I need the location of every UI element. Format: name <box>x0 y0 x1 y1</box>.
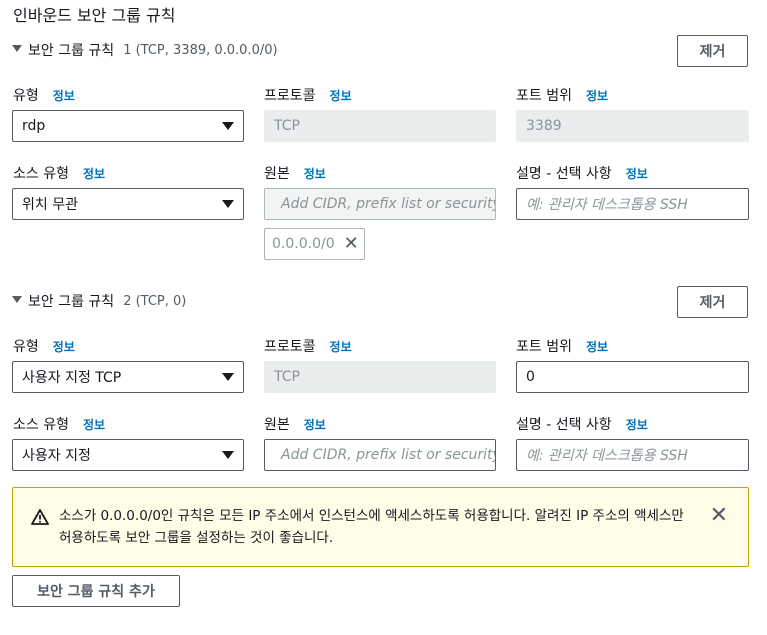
port-label-1: 포트 범위 정보 <box>516 85 608 105</box>
type-label-text: 유형 <box>13 339 39 355</box>
info-link[interactable]: 정보 <box>304 165 326 182</box>
info-link[interactable]: 정보 <box>626 416 648 433</box>
desc-label-1: 설명 - 선택 사항 정보 <box>516 163 648 183</box>
protocol-label-text: 프로토콜 <box>264 88 316 104</box>
port-field-1: 3389 <box>516 110 749 142</box>
close-icon[interactable]: ✕ <box>344 235 359 253</box>
source-token: 0.0.0.0/0 ✕ <box>264 228 365 260</box>
port-value: 0 <box>526 369 535 385</box>
close-icon[interactable]: ✕ <box>710 505 728 527</box>
description-input-1[interactable]: 예: 관리자 데스크톱용 SSH <box>516 188 749 220</box>
source-label-1: 원본 정보 <box>264 163 326 183</box>
rule-2-header[interactable]: 보안 그룹 규칙 2 (TCP, 0) <box>12 291 186 311</box>
info-link[interactable]: 정보 <box>53 338 75 355</box>
protocol-label-2: 프로토콜 정보 <box>264 336 352 356</box>
alert-message: 소스가 0.0.0.0/0인 규칙은 모든 IP 주소에서 인스턴스에 액세스하… <box>59 508 684 546</box>
info-link[interactable]: 정보 <box>330 87 352 104</box>
info-link[interactable]: 정보 <box>83 165 105 182</box>
protocol-field-2: TCP <box>264 361 496 393</box>
source-type-select-1[interactable]: 위치 무관 <box>12 188 244 220</box>
source-type-label-2: 소스 유형 정보 <box>13 414 105 434</box>
source-search-input-1[interactable]: Add CIDR, prefix list or security <box>264 188 496 220</box>
desc-label-text: 설명 - 선택 사항 <box>516 166 612 182</box>
dropdown-arrow-icon <box>222 122 234 130</box>
description-placeholder: 예: 관리자 데스크톱용 SSH <box>526 197 688 213</box>
source-label-2: 원본 정보 <box>264 414 326 434</box>
remove-rule-1-button[interactable]: 제거 <box>677 35 748 67</box>
info-link[interactable]: 정보 <box>586 87 608 104</box>
type-label-2: 유형 정보 <box>13 336 75 356</box>
source-type-value: 위치 무관 <box>22 197 78 213</box>
source-type-label-text: 소스 유형 <box>13 166 69 182</box>
section-title: 인바운드 보안 그룹 규칙 <box>13 6 176 25</box>
source-placeholder: Add CIDR, prefix list or security <box>281 447 496 463</box>
info-link[interactable]: 정보 <box>586 338 608 355</box>
protocol-value: TCP <box>274 118 300 134</box>
remove-rule-2-button[interactable]: 제거 <box>677 286 748 318</box>
port-label-text: 포트 범위 <box>516 88 572 104</box>
rule-1-header[interactable]: 보안 그룹 규칙 1 (TCP, 3389, 0.0.0.0/0) <box>12 40 278 60</box>
source-type-label-text: 소스 유형 <box>13 417 69 433</box>
source-label-text: 원본 <box>264 166 290 182</box>
type-select-value: 사용자 지정 TCP <box>22 370 122 386</box>
source-search-input-2[interactable]: Add CIDR, prefix list or security <box>264 439 496 471</box>
source-token-label: 0.0.0.0/0 <box>272 236 335 252</box>
protocol-field-1: TCP <box>264 110 496 142</box>
desc-label-2: 설명 - 선택 사항 정보 <box>516 414 648 434</box>
port-label-2: 포트 범위 정보 <box>516 336 608 356</box>
add-rule-button[interactable]: 보안 그룹 규칙 추가 <box>12 575 180 607</box>
source-label-text: 원본 <box>264 417 290 433</box>
port-input-2[interactable]: 0 <box>516 361 749 393</box>
rule-1-subtitle: 1 (TCP, 3389, 0.0.0.0/0) <box>123 42 278 58</box>
protocol-value: TCP <box>274 369 300 385</box>
info-link[interactable]: 정보 <box>83 416 105 433</box>
source-type-label-1: 소스 유형 정보 <box>13 163 105 183</box>
type-label-text: 유형 <box>13 88 39 104</box>
type-select-2[interactable]: 사용자 지정 TCP <box>12 361 244 393</box>
dropdown-arrow-icon <box>222 200 234 208</box>
rule-1-title: 보안 그룹 규칙 <box>28 43 115 59</box>
source-type-select-2[interactable]: 사용자 지정 <box>12 439 244 471</box>
description-placeholder: 예: 관리자 데스크톱용 SSH <box>526 448 688 464</box>
caret-down-icon[interactable] <box>12 44 22 52</box>
warning-icon <box>31 509 49 525</box>
desc-label-text: 설명 - 선택 사항 <box>516 417 612 433</box>
description-input-2[interactable]: 예: 관리자 데스크톱용 SSH <box>516 439 749 471</box>
port-label-text: 포트 범위 <box>516 339 572 355</box>
dropdown-arrow-icon <box>222 451 234 459</box>
rule-2-subtitle: 2 (TCP, 0) <box>123 293 187 309</box>
protocol-label-text: 프로토콜 <box>264 339 316 355</box>
info-link[interactable]: 정보 <box>626 165 648 182</box>
type-label-1: 유형 정보 <box>13 85 75 105</box>
port-value: 3389 <box>526 118 562 134</box>
warning-alert: 소스가 0.0.0.0/0인 규칙은 모든 IP 주소에서 인스턴스에 액세스하… <box>12 487 749 567</box>
dropdown-arrow-icon <box>222 373 234 381</box>
info-link[interactable]: 정보 <box>304 416 326 433</box>
source-placeholder: Add CIDR, prefix list or security <box>281 196 496 212</box>
info-link[interactable]: 정보 <box>330 338 352 355</box>
type-select-1[interactable]: rdp <box>12 110 244 142</box>
protocol-label-1: 프로토콜 정보 <box>264 85 352 105</box>
info-link[interactable]: 정보 <box>53 87 75 104</box>
rule-2-title: 보안 그룹 규칙 <box>28 294 115 310</box>
type-select-value: rdp <box>22 118 46 134</box>
source-type-value: 사용자 지정 <box>22 448 91 464</box>
caret-down-icon[interactable] <box>12 295 22 303</box>
